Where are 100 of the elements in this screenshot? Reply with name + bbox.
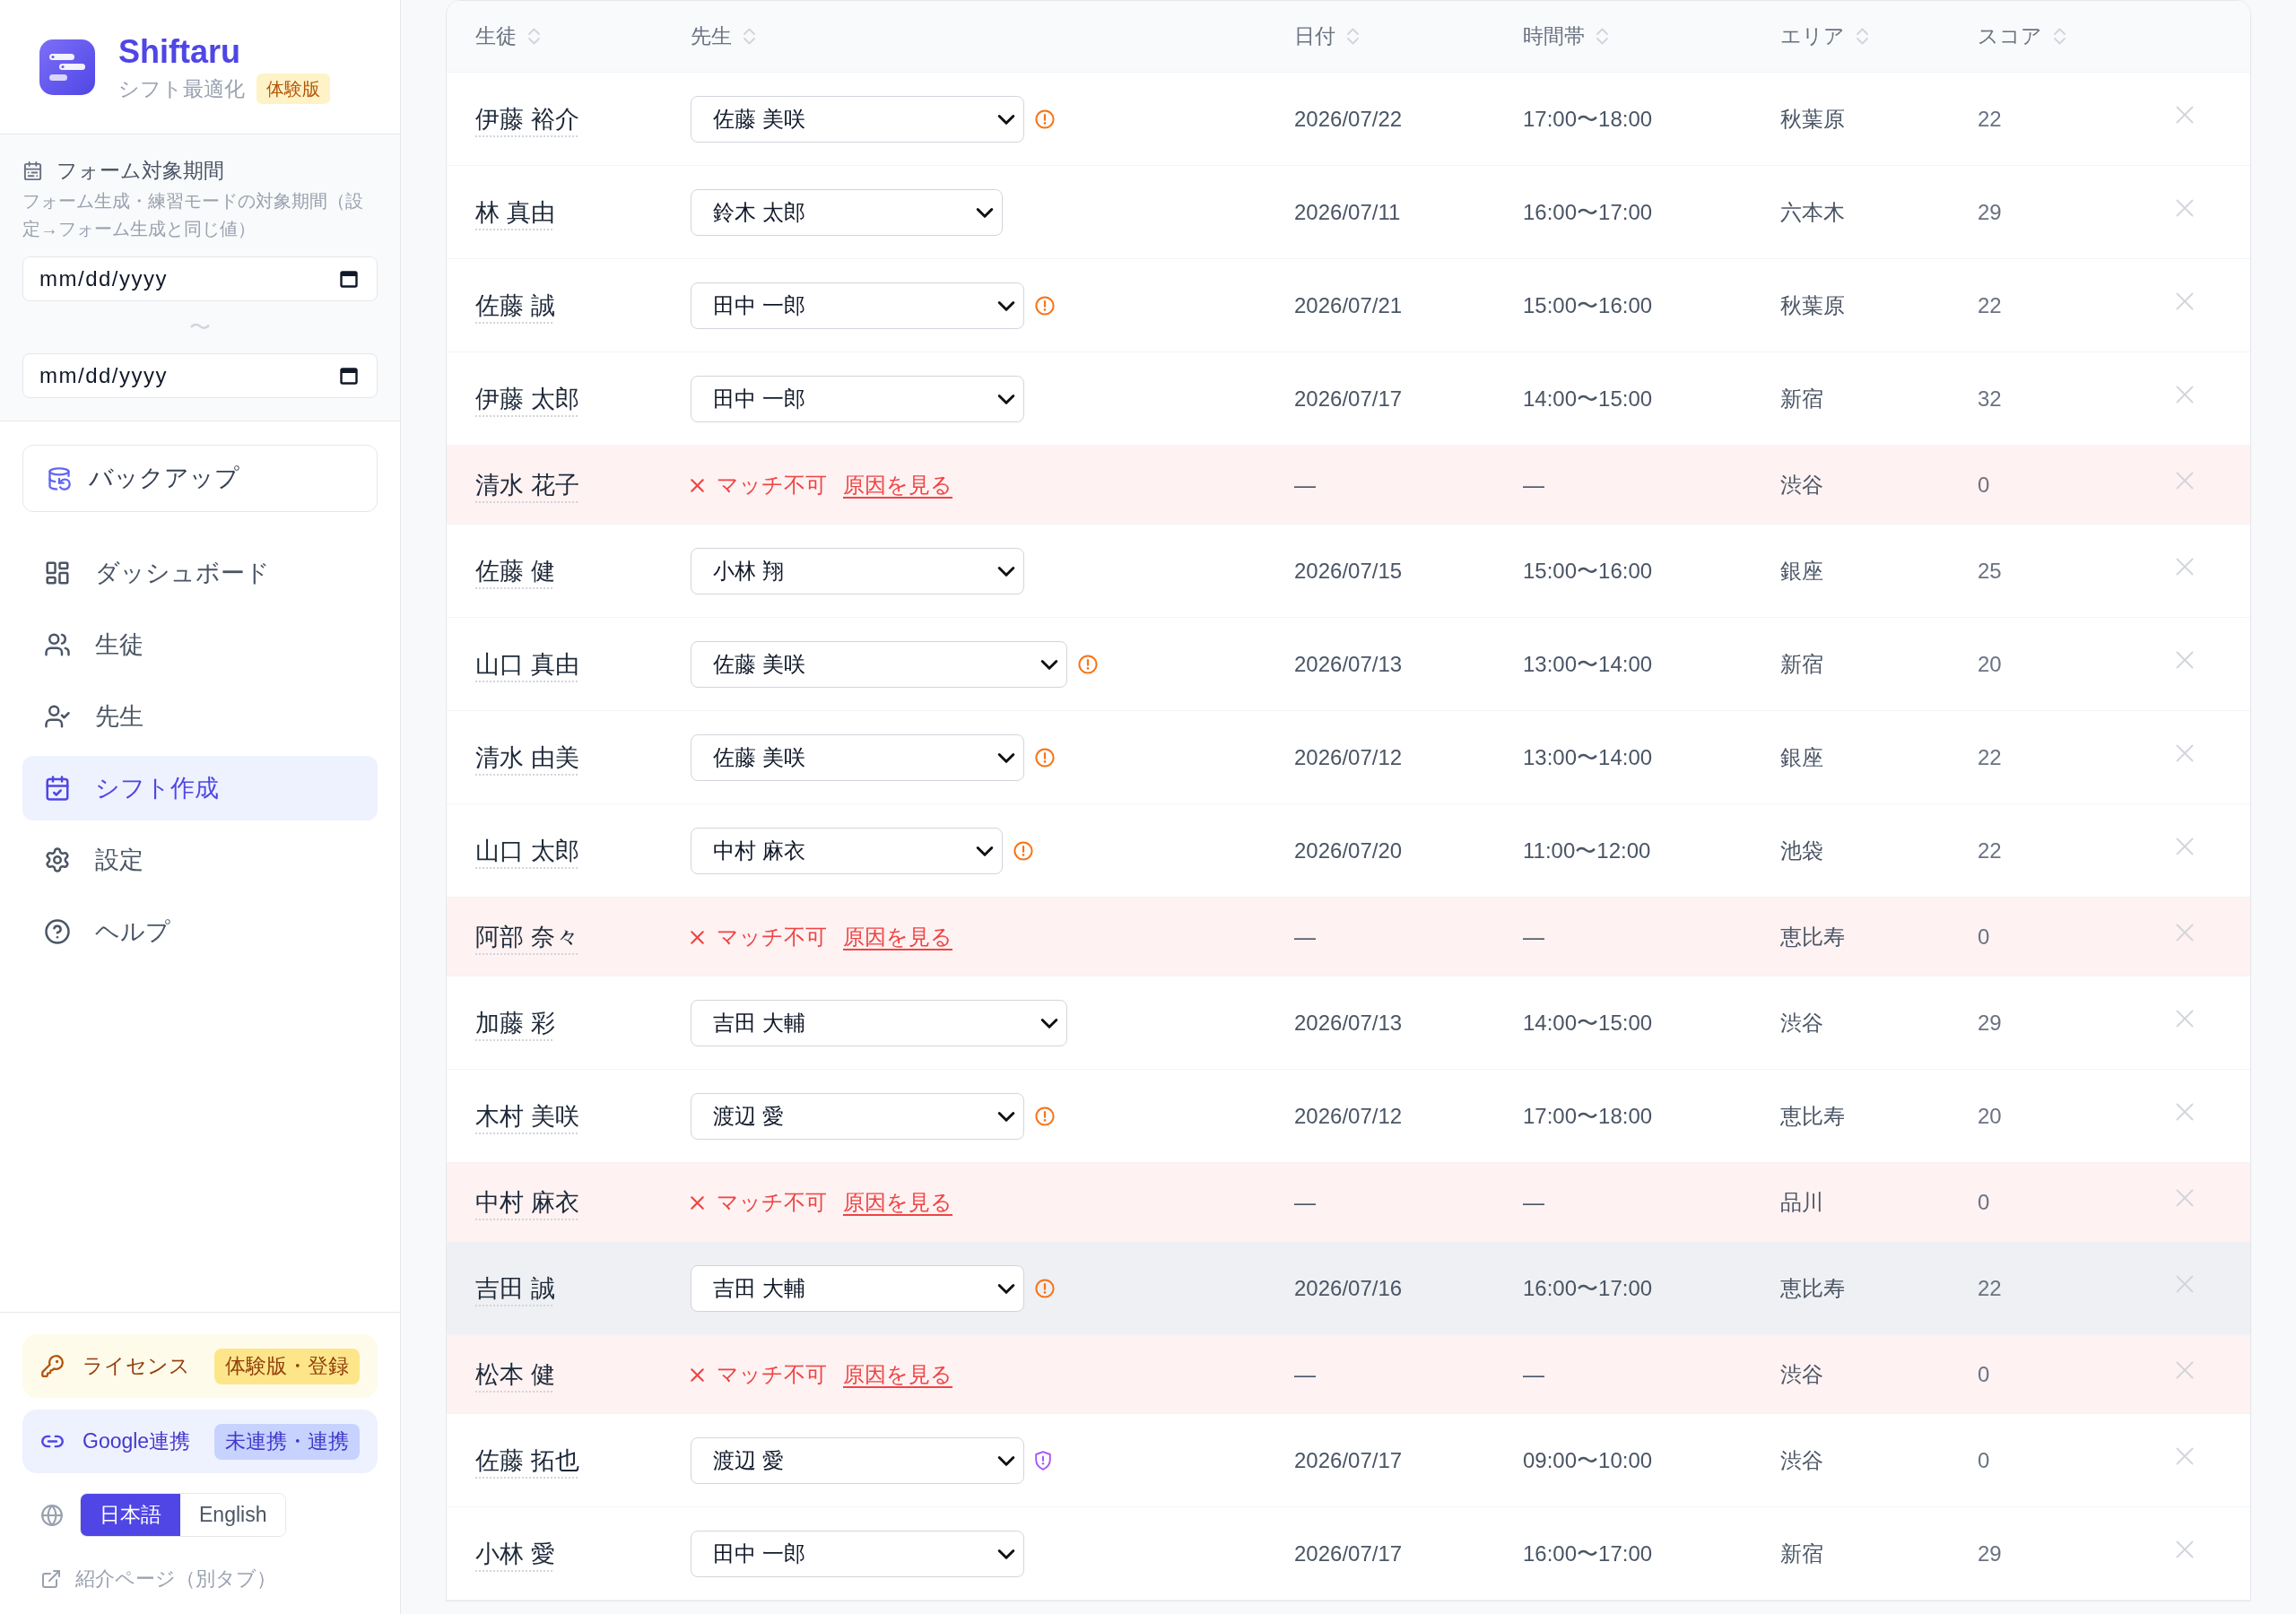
close-icon[interactable] — [2176, 1361, 2194, 1379]
teacher-select[interactable]: 田中 一郎 — [691, 282, 1024, 329]
close-icon[interactable] — [2176, 924, 2194, 941]
chevron-down-icon — [997, 113, 1015, 126]
nav-item[interactable]: ダッシュボード — [22, 541, 378, 605]
time-text: 17:00〜18:00 — [1523, 107, 1653, 131]
date-text: 2026/07/17 — [1294, 1448, 1403, 1472]
nav-item[interactable]: 生徒 — [22, 612, 378, 677]
teacher-select[interactable]: 田中 一郎 — [691, 376, 1024, 422]
calendar-icon[interactable] — [340, 270, 358, 288]
teacher-select[interactable]: 鈴木 太郎 — [691, 189, 1003, 236]
date-input[interactable]: mm/dd/yyyy — [22, 353, 378, 398]
chevron-down-icon — [1040, 658, 1058, 671]
area-text: 池袋 — [1780, 838, 1823, 863]
nav-item[interactable]: 先生 — [22, 684, 378, 749]
range-separator: 〜 — [189, 314, 211, 341]
close-icon[interactable] — [2176, 292, 2194, 310]
score-text: 22 — [1978, 293, 2002, 317]
column-header[interactable]: 時間帯 — [1523, 21, 1609, 52]
date-text: — — [1294, 1190, 1316, 1214]
nav-item[interactable]: 設定 — [22, 828, 378, 892]
area-text: 渋谷 — [1780, 1362, 1823, 1386]
close-icon[interactable] — [2176, 558, 2194, 576]
date-text: 2026/07/12 — [1294, 1104, 1403, 1128]
google-card[interactable]: Google連携 未連携・連携 — [22, 1410, 378, 1473]
area-text: 秋葉原 — [1780, 293, 1845, 317]
time-text: — — [1523, 924, 1544, 949]
column-header[interactable]: 生徒 — [475, 21, 541, 52]
teacher-select[interactable]: 佐藤 美咲 — [691, 641, 1067, 688]
student-name: 吉田 誠 — [475, 1275, 555, 1302]
chevron-down-icon — [997, 393, 1015, 405]
time-text: 16:00〜17:00 — [1523, 1541, 1653, 1566]
close-icon[interactable] — [2176, 1275, 2194, 1293]
calendar-icon[interactable] — [340, 367, 358, 385]
close-icon[interactable] — [2176, 1010, 2194, 1028]
score-text: 0 — [1978, 473, 1990, 497]
column-header[interactable]: 先生 — [691, 21, 756, 52]
teacher-select[interactable]: 佐藤 美咲 — [691, 734, 1024, 781]
license-label: ライセンス — [83, 1353, 190, 1380]
date-text: 2026/07/15 — [1294, 559, 1403, 583]
time-text: 13:00〜14:00 — [1523, 745, 1653, 769]
license-card[interactable]: ライセンス 体験版・登録 — [22, 1334, 378, 1398]
close-icon[interactable] — [2176, 106, 2194, 124]
chevron-down-icon — [997, 1454, 1015, 1467]
nav-item[interactable]: ヘルプ — [22, 899, 378, 964]
column-header[interactable]: 日付 — [1294, 21, 1360, 52]
area-text: 新宿 — [1780, 1541, 1823, 1566]
column-header[interactable]: スコア — [1978, 21, 2066, 52]
time-text: 16:00〜17:00 — [1523, 1276, 1653, 1300]
x-icon — [691, 478, 704, 492]
time-text: 17:00〜18:00 — [1523, 1104, 1653, 1128]
key-icon — [40, 1354, 65, 1378]
score-text: 0 — [1978, 1448, 1990, 1472]
backup-button[interactable]: バックアップ — [22, 445, 378, 512]
student-name: 佐藤 健 — [475, 558, 555, 585]
time-text: 14:00〜15:00 — [1523, 1011, 1653, 1035]
close-icon[interactable] — [2176, 651, 2194, 669]
teacher-select[interactable]: 吉田 大輔 — [691, 1000, 1067, 1046]
date-text: 2026/07/22 — [1294, 107, 1403, 131]
teacher-select[interactable]: 田中 一郎 — [691, 1531, 1024, 1577]
close-icon[interactable] — [2176, 199, 2194, 217]
close-icon[interactable] — [2176, 472, 2194, 490]
teacher-select[interactable]: 渡辺 愛 — [691, 1437, 1024, 1484]
close-icon[interactable] — [2176, 1540, 2194, 1558]
student-name: 山口 太郎 — [475, 837, 579, 864]
student-name: 阿部 奈々 — [475, 924, 579, 950]
teacher-select[interactable]: 佐藤 美咲 — [691, 96, 1024, 143]
app-tagline: シフト最適化 — [118, 75, 245, 102]
area-text: 渋谷 — [1780, 1011, 1823, 1035]
nav-item[interactable]: シフト作成 — [22, 756, 378, 820]
teacher-select[interactable]: 渡辺 愛 — [691, 1093, 1024, 1140]
close-icon[interactable] — [2176, 1103, 2194, 1121]
close-icon[interactable] — [2176, 1189, 2194, 1207]
close-icon[interactable] — [2176, 744, 2194, 762]
teacher-select[interactable]: 小林 翔 — [691, 548, 1024, 594]
score-text: 22 — [1978, 745, 2002, 769]
student-name: 中村 麻衣 — [475, 1189, 579, 1216]
chevron-down-icon — [997, 751, 1015, 764]
match-status: マッチ不可 — [717, 1189, 827, 1216]
close-icon[interactable] — [2176, 837, 2194, 855]
teacher-select[interactable]: 中村 麻衣 — [691, 828, 1003, 874]
help-icon — [44, 918, 71, 945]
score-text: 29 — [1978, 1541, 2002, 1566]
teacher-select[interactable]: 吉田 大輔 — [691, 1265, 1024, 1312]
database-icon — [47, 465, 72, 491]
language-option[interactable]: 日本語 — [81, 1494, 180, 1536]
close-icon[interactable] — [2176, 386, 2194, 404]
date-text: 2026/07/11 — [1294, 200, 1401, 224]
close-icon[interactable] — [2176, 1447, 2194, 1465]
app-logo — [39, 39, 95, 95]
student-name: 林 真由 — [475, 199, 555, 226]
chevron-down-icon — [1040, 1017, 1058, 1029]
column-header[interactable]: エリア — [1780, 21, 1869, 52]
area-text: 新宿 — [1780, 652, 1823, 676]
time-text: — — [1523, 1190, 1544, 1214]
score-text: 29 — [1978, 1011, 2002, 1035]
student-name: 小林 愛 — [475, 1540, 555, 1567]
score-text: 0 — [1978, 924, 1990, 949]
date-input[interactable]: mm/dd/yyyy — [22, 256, 378, 301]
area-text: 銀座 — [1780, 559, 1823, 583]
